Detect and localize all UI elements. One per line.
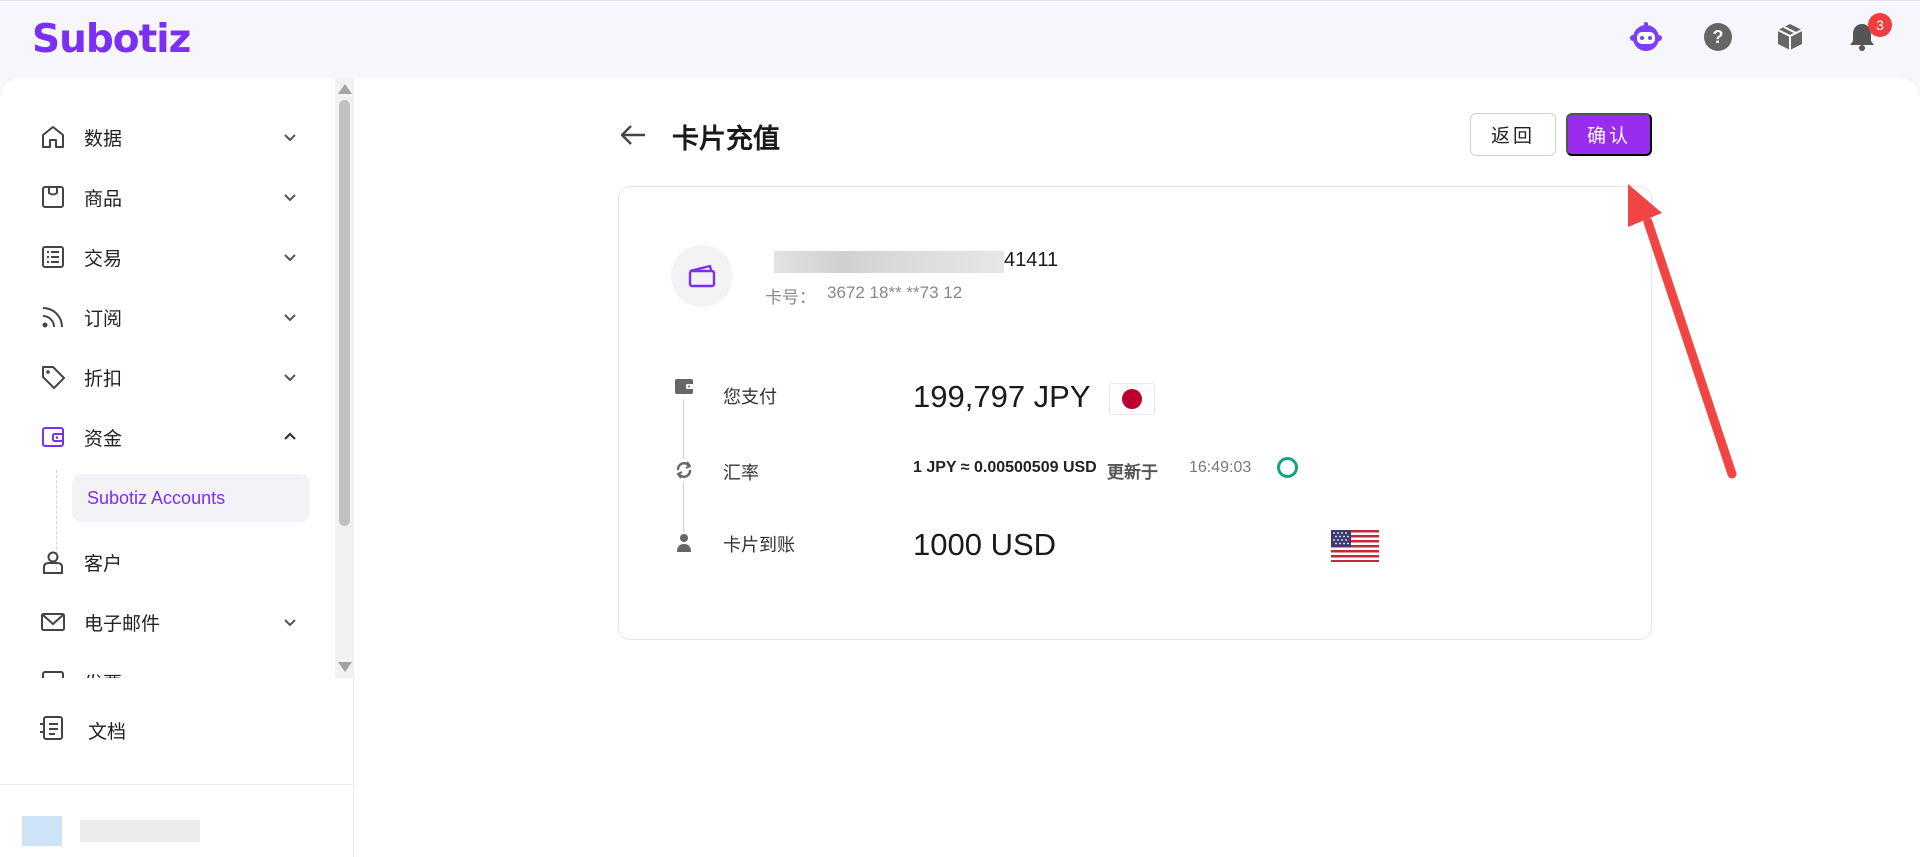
sidebar-item-label: 客户 bbox=[84, 552, 123, 575]
card-number: 3672 18** **73 12 bbox=[827, 283, 963, 302]
sidebar-item-label: 发票 bbox=[84, 669, 122, 679]
bell-icon[interactable]: 3 bbox=[1844, 13, 1892, 55]
sidebar-item-label: 商品 bbox=[84, 187, 123, 210]
chevron-down-icon bbox=[284, 194, 296, 202]
chevron-down-icon bbox=[284, 374, 296, 382]
card-icon bbox=[671, 245, 733, 307]
sidebar-item-label: 电子邮件 bbox=[84, 612, 161, 635]
chevron-down-icon bbox=[284, 619, 296, 627]
notification-badge: 3 bbox=[1868, 13, 1892, 37]
scroll-up-arrow-icon[interactable] bbox=[338, 84, 352, 94]
sidebar-item-customers[interactable]: 客户 bbox=[38, 540, 300, 584]
list-icon bbox=[38, 242, 68, 272]
recharge-card: 41411 卡号： 3672 18** **73 12 您支付 199,797 … bbox=[618, 186, 1652, 640]
sidebar-item-label: 订阅 bbox=[84, 307, 123, 330]
package-icon[interactable] bbox=[1772, 19, 1808, 55]
card-holder-name-suffix: 41411 bbox=[1004, 249, 1059, 271]
chevron-down-icon bbox=[280, 672, 300, 678]
sidebar-nav: 数据 商品 交易 订阅 折扣 资金 Subotiz Accounts 客户 电子… bbox=[0, 78, 335, 678]
help-icon[interactable]: ? bbox=[1700, 19, 1736, 55]
user-icon bbox=[38, 547, 68, 577]
person-icon bbox=[673, 532, 695, 554]
sidebar-item-label: 数据 bbox=[84, 127, 123, 150]
refresh-status-icon[interactable] bbox=[1277, 457, 1298, 478]
wallet-small-icon bbox=[673, 375, 695, 397]
top-bar: Subotiz ? 3 bbox=[0, 0, 1920, 78]
receive-amount: 1000 USD bbox=[913, 527, 1057, 562]
store-icon bbox=[38, 182, 68, 212]
receive-label: 卡片到账 bbox=[723, 535, 795, 556]
logo[interactable]: Subotiz bbox=[32, 17, 191, 62]
page-title: 卡片充值 bbox=[672, 124, 780, 155]
return-button[interactable]: 返回 bbox=[1470, 113, 1556, 156]
sidebar-item-label: 资金 bbox=[84, 427, 123, 450]
wallet-icon bbox=[38, 422, 68, 452]
svg-text:?: ? bbox=[1713, 27, 1724, 47]
confirm-button[interactable]: 确认 bbox=[1566, 113, 1652, 156]
exchange-icon bbox=[673, 459, 695, 481]
sidebar-scrollbar[interactable] bbox=[335, 78, 354, 678]
avatar bbox=[22, 816, 62, 846]
pay-amount: 199,797 JPY bbox=[913, 379, 1091, 414]
home-icon bbox=[38, 122, 68, 152]
user-name-blurred bbox=[80, 820, 200, 842]
document-icon bbox=[38, 714, 66, 747]
sidebar-item-transactions[interactable]: 交易 bbox=[38, 235, 300, 279]
card-holder-name-blurred bbox=[774, 251, 1004, 273]
chevron-up-icon bbox=[284, 432, 296, 440]
sidebar-item-discounts[interactable]: 折扣 bbox=[38, 355, 300, 399]
sidebar-item-label: 交易 bbox=[84, 247, 123, 270]
updated-time: 16:49:03 bbox=[1189, 459, 1252, 476]
sidebar-item-invoices[interactable]: 发票 bbox=[38, 660, 300, 678]
mail-icon bbox=[38, 607, 68, 637]
sidebar-item-label: 文档 bbox=[88, 720, 127, 743]
sidebar-item-docs[interactable]: 文档 bbox=[38, 708, 126, 752]
sidebar-subitem-subotiz-accounts[interactable]: Subotiz Accounts bbox=[72, 474, 310, 522]
sidebar-item-email[interactable]: 电子邮件 bbox=[38, 600, 300, 644]
scroll-thumb[interactable] bbox=[339, 100, 350, 526]
tag-icon bbox=[38, 362, 68, 392]
chevron-down-icon bbox=[284, 254, 296, 262]
sidebar-item-data[interactable]: 数据 bbox=[38, 115, 300, 159]
chevron-down-icon bbox=[284, 134, 296, 142]
sidebar-divider bbox=[0, 784, 353, 785]
sidebar-item-subscriptions[interactable]: 订阅 bbox=[38, 295, 300, 339]
chevron-down-icon bbox=[284, 314, 296, 322]
exchange-rate: 1 JPY ≈ 0.00500509 USD bbox=[913, 459, 1097, 476]
header-actions: ? 3 bbox=[1628, 13, 1892, 55]
assistant-bot-icon[interactable] bbox=[1628, 19, 1664, 55]
sidebar-item-label: 折扣 bbox=[84, 367, 123, 390]
rate-label: 汇率 bbox=[723, 463, 759, 484]
user-account-blurred[interactable] bbox=[22, 816, 272, 846]
rss-icon bbox=[38, 302, 68, 332]
updated-label: 更新于 bbox=[1107, 463, 1158, 483]
sidebar-item-funds[interactable]: 资金 bbox=[38, 415, 300, 459]
japan-flag-icon bbox=[1109, 383, 1155, 415]
sidebar-item-products[interactable]: 商品 bbox=[38, 175, 300, 219]
scroll-down-arrow-icon[interactable] bbox=[338, 662, 352, 672]
card-number-label: 卡号： bbox=[765, 288, 816, 308]
main-content: 卡片充值 返回 确认 41411 卡号： 3672 18** **73 12 您… bbox=[354, 78, 1920, 857]
receipt-icon bbox=[38, 667, 68, 678]
pay-label: 您支付 bbox=[723, 387, 777, 408]
us-flag-icon bbox=[1331, 530, 1379, 562]
back-arrow-icon[interactable] bbox=[618, 120, 648, 150]
sidebar: 数据 商品 交易 订阅 折扣 资金 Subotiz Accounts 客户 电子… bbox=[0, 78, 354, 857]
